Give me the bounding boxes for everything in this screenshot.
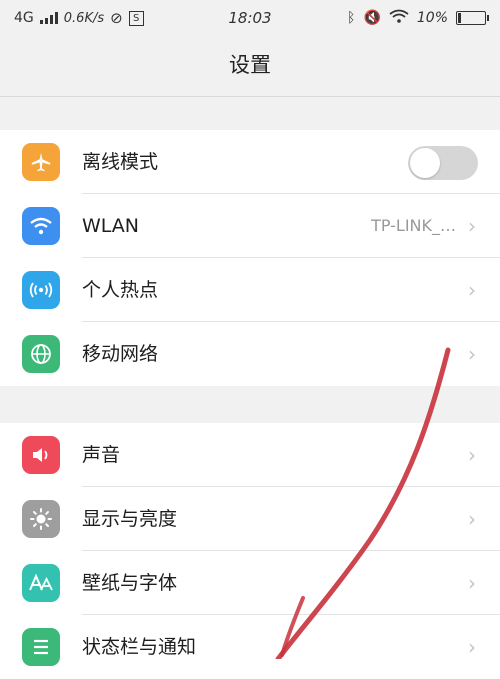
status-right: ᛒ 🔇 10% — [347, 9, 489, 27]
settings-group-network: 离线模式 WLAN TP-LINK_… › 个人热点 › 移动网络 › — [0, 130, 500, 386]
chevron-right-icon: › — [468, 443, 476, 467]
page-title: 设置 — [0, 34, 500, 97]
wifi-icon — [389, 9, 409, 27]
mute-icon: 🔇 — [363, 10, 381, 26]
hotspot-icon — [22, 271, 60, 309]
settings-item-mobile-network[interactable]: 移动网络 › — [0, 322, 500, 386]
settings-item-label: 显示与亮度 — [82, 508, 178, 530]
settings-item-label: WLAN — [82, 215, 140, 237]
notification-icon — [22, 628, 60, 666]
settings-group-display: 声音 › 显示与亮度 › 壁纸与字体 › 状态栏与通知 › — [0, 423, 500, 679]
settings-item-hotspot[interactable]: 个人热点 › — [0, 258, 500, 322]
settings-item-wlan[interactable]: WLAN TP-LINK_… › — [0, 194, 500, 258]
airplane-icon — [22, 143, 60, 181]
bluetooth-icon: ᛒ — [347, 10, 356, 26]
settings-item-label: 个人热点 — [82, 279, 159, 301]
settings-item-display-brightness[interactable]: 显示与亮度 › — [0, 487, 500, 551]
battery-text: 10% — [416, 10, 448, 26]
chevron-right-icon: › — [468, 214, 476, 238]
settings-item-label: 移动网络 — [82, 343, 159, 365]
globe-icon — [22, 335, 60, 373]
status-bar: 4G 0.6K/s ⊘ S 18:03 ᛒ 🔇 10% — [0, 0, 500, 34]
settings-item-label: 状态栏与通知 — [82, 636, 197, 658]
battery-icon — [456, 11, 489, 25]
settings-item-label: 声音 — [82, 444, 121, 466]
settings-item-label: 离线模式 — [82, 151, 159, 173]
settings-item-label: 壁纸与字体 — [82, 572, 178, 594]
toggle-knob — [410, 148, 440, 178]
font-icon — [22, 564, 60, 602]
wlan-network-name: TP-LINK_… — [371, 216, 456, 235]
settings-item-statusbar-notification[interactable]: 状态栏与通知 › — [0, 615, 500, 679]
airplane-mode-toggle[interactable] — [408, 146, 478, 180]
chevron-right-icon: › — [468, 571, 476, 595]
chevron-right-icon: › — [468, 635, 476, 659]
chevron-right-icon: › — [468, 507, 476, 531]
brightness-icon — [22, 500, 60, 538]
settings-item-sound[interactable]: 声音 › — [0, 423, 500, 487]
speaker-icon — [22, 436, 60, 474]
settings-item-airplane-mode[interactable]: 离线模式 — [0, 130, 500, 194]
settings-item-wallpaper-font[interactable]: 壁纸与字体 › — [0, 551, 500, 615]
chevron-right-icon: › — [468, 278, 476, 302]
wifi-icon — [22, 207, 60, 245]
chevron-right-icon: › — [468, 342, 476, 366]
